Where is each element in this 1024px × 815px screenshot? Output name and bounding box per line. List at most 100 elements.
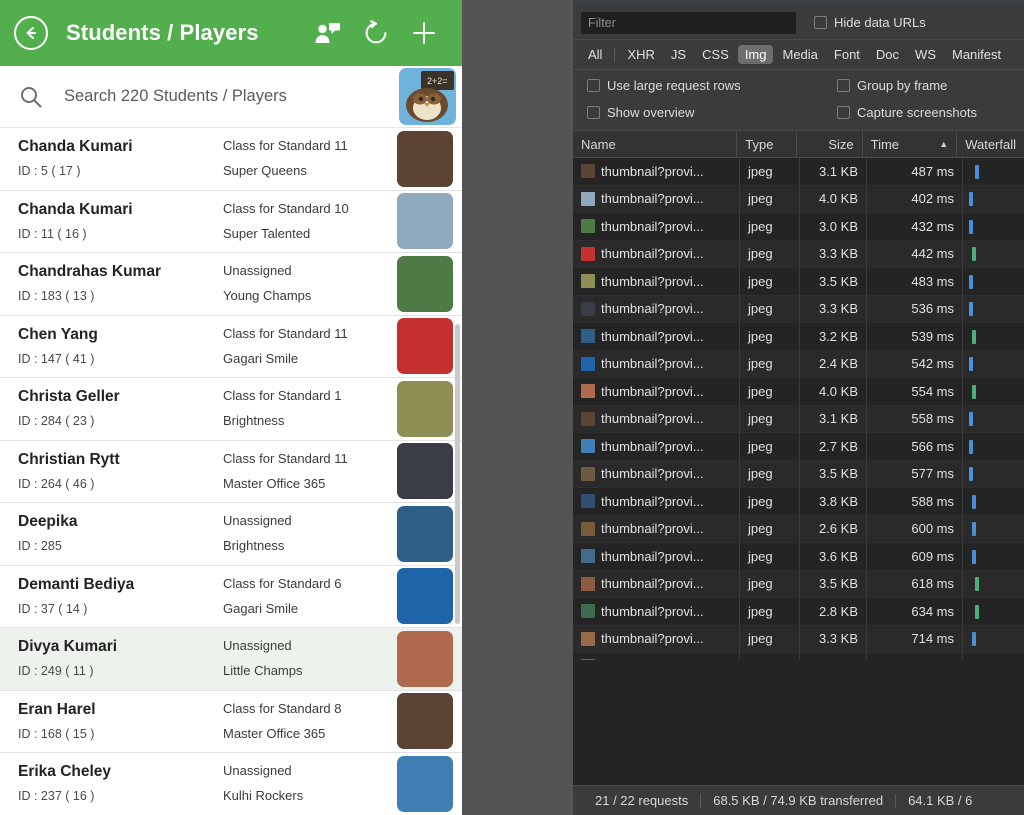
student-avatar[interactable] [397,630,453,687]
request-name-cell[interactable]: thumbnail?provi... [573,267,740,295]
student-avatar[interactable] [397,568,453,625]
request-name-cell[interactable]: thumbnail?provi... [573,405,740,433]
request-row[interactable]: thumbnail?provi... jpeg 4.0 KB 554 ms [573,377,1024,406]
student-avatar[interactable] [397,693,453,750]
checkbox-icon [814,16,827,29]
request-name-cell[interactable]: thumbnail?provi... [573,487,740,515]
student-identity: Chandrahas Kumar ID : 183 ( 13 ) [18,263,223,303]
option-label: Use large request rows [607,78,741,93]
search-input[interactable] [64,87,395,106]
student-avatar[interactable] [397,255,453,312]
type-tab-ws[interactable]: WS [908,45,943,64]
request-name-cell[interactable]: thumbnail?provi... [573,597,740,625]
request-row[interactable]: thumbnail?provi... jpeg 2.7 KB 566 ms [573,432,1024,461]
request-row[interactable]: thumbnail?provi... jpeg 3.5 KB 618 ms [573,570,1024,598]
request-name-cell[interactable]: thumbnail?provi... [573,625,740,653]
student-row[interactable]: Christian Rytt ID : 264 ( 46 ) Class for S… [0,440,462,503]
column-header-time[interactable]: Time ▲ [863,130,958,158]
show-overview-checkbox[interactable]: Show overview [587,105,837,120]
request-row[interactable]: thumbnail?provi... jpeg 3.0 KB 432 ms [573,212,1024,241]
request-name-cell[interactable]: thumbnail?provi... [573,460,740,488]
request-row[interactable]: thumbnail?provi... jpeg 3.5 KB 577 ms [573,460,1024,488]
request-name: thumbnail?provi... [601,576,704,592]
request-row[interactable]: thumbnail?provi... jpeg 4.0 KB 402 ms [573,185,1024,213]
student-row[interactable]: Chanda Kumari ID : 5 ( 17 ) Class for Stan… [0,128,462,191]
student-row[interactable]: Chandrahas Kumar ID : 183 ( 13 ) Unassigne… [0,253,462,316]
request-name-cell[interactable]: thumbnail?provi... [573,432,740,460]
request-name-cell[interactable]: thumbnail?provi... [573,570,740,598]
request-name-cell[interactable]: thumbnail?provi... [573,515,740,543]
request-row[interactable]: thumbnail?provi... jpeg 3.3 KB 536 ms [573,295,1024,323]
refresh-button[interactable] [356,13,396,53]
request-row[interactable]: thumbnail?provi... jpeg 3.6 KB 609 ms [573,542,1024,571]
request-row[interactable]: thumbnail?provi... jpeg3.4 KB719 ms [573,652,1024,660]
request-name-cell[interactable]: thumbnail?provi... [573,350,740,378]
type-tab-js[interactable]: JS [664,45,693,64]
student-row[interactable]: Deepika ID : 285 Unassigned Brightness [0,503,462,566]
search-bar[interactable]: 2+2= [0,66,462,128]
students-list[interactable]: Chanda Kumari ID : 5 ( 17 ) Class for Stan… [0,128,462,815]
request-row[interactable]: thumbnail?provi... jpeg 3.3 KB 442 ms [573,240,1024,268]
request-row[interactable]: thumbnail?provi... jpeg 2.6 KB 600 ms [573,515,1024,543]
request-name: thumbnail?provi... [601,603,704,619]
student-row[interactable]: Demanti Bediya ID : 37 ( 14 ) Class for St… [0,565,462,628]
type-tab-doc[interactable]: Doc [869,45,906,64]
request-name-cell[interactable]: thumbnail?provi... [573,377,740,405]
type-tab-css[interactable]: CSS [695,45,736,64]
request-row[interactable]: thumbnail?provi... jpeg 3.8 KB 588 ms [573,487,1024,516]
type-tab-media[interactable]: Media [775,45,824,64]
invite-student-button[interactable] [308,13,348,53]
student-row[interactable]: Divya Kumari ID : 249 ( 11 ) Unassigned Lit… [0,628,462,691]
column-header-type[interactable]: Type [737,130,797,158]
back-button[interactable] [14,16,48,50]
add-student-button[interactable] [404,13,444,53]
student-avatar[interactable] [397,318,453,375]
student-row[interactable]: Eran Harel ID : 168 ( 15 ) Class for Stand… [0,690,462,753]
request-name-cell[interactable]: thumbnail?provi... [573,652,740,660]
request-name-cell[interactable]: thumbnail?provi... [573,322,740,350]
request-name-cell[interactable]: thumbnail?provi... [573,212,740,240]
use-large-request-rows-checkbox[interactable]: Use large request rows [587,78,837,93]
student-avatar[interactable] [397,505,453,562]
request-row[interactable]: thumbnail?provi... jpeg 3.5 KB 483 ms [573,267,1024,296]
student-avatar[interactable] [397,193,453,250]
group-by-frame-checkbox[interactable]: Group by frame [837,78,947,93]
request-time: 566 ms [867,432,963,460]
student-row[interactable]: Chanda Kumari ID : 11 ( 16 ) Class for Sta… [0,190,462,253]
requests-table-body[interactable]: thumbnail?provi... jpeg 3.1 KB 487 ms thumbn… [573,158,1024,660]
student-row[interactable]: Christa Geller ID : 284 ( 23 ) Class for S… [0,378,462,441]
column-header-waterfall[interactable]: Waterfall [957,131,1024,158]
request-row[interactable]: thumbnail?provi... jpeg 3.1 KB 487 ms [573,158,1024,186]
student-avatar[interactable] [397,130,453,187]
hide-data-urls-checkbox[interactable]: Hide data URLs [814,15,926,30]
student-avatar[interactable] [397,380,453,437]
resource-type-tabs[interactable]: All XHR JS CSS Img Media Font Doc WS Manifest [573,40,1024,70]
option-label: Group by frame [857,78,948,93]
filter-input[interactable] [581,11,796,34]
capture-screenshots-checkbox[interactable]: Capture screenshots [837,105,977,120]
request-row[interactable]: thumbnail?provi... jpeg 3.3 KB 714 ms [573,625,1024,653]
request-row[interactable]: thumbnail?provi... jpeg 2.4 KB 542 ms [573,350,1024,378]
type-tab-manifest[interactable]: Manifest [945,45,1008,64]
avatar-image [397,505,453,562]
column-header-name[interactable]: Name [573,130,738,158]
type-tab-all[interactable]: All [581,45,609,64]
request-name-cell[interactable]: thumbnail?provi... [573,240,740,268]
request-row[interactable]: thumbnail?provi... jpeg 3.1 KB 558 ms [573,405,1024,433]
type-tab-img[interactable]: Img [737,45,774,64]
type-tab-xhr[interactable]: XHR [620,45,661,64]
list-scrollbar[interactable] [455,324,460,624]
column-header-size[interactable]: Size [797,130,863,158]
student-row[interactable]: Chen Yang ID : 147 ( 41 ) Class for Standa… [0,315,462,378]
request-name-cell[interactable]: thumbnail?provi... [573,158,740,185]
request-name-cell[interactable]: thumbnail?provi... [573,295,740,323]
request-name-cell[interactable]: thumbnail?provi... [573,185,740,213]
student-row[interactable]: Erika Cheley ID : 237 ( 16 ) Unassigned Kul… [0,753,462,815]
request-name-cell[interactable]: thumbnail?provi... [573,542,740,570]
student-identity: Erika Cheley ID : 237 ( 16 ) [18,763,223,803]
student-avatar[interactable] [397,755,453,812]
request-row[interactable]: thumbnail?provi... jpeg 3.2 KB 539 ms [573,322,1024,351]
request-row[interactable]: thumbnail?provi... jpeg 2.8 KB 634 ms [573,597,1024,626]
student-avatar[interactable] [397,443,453,500]
type-tab-font[interactable]: Font [827,45,867,64]
